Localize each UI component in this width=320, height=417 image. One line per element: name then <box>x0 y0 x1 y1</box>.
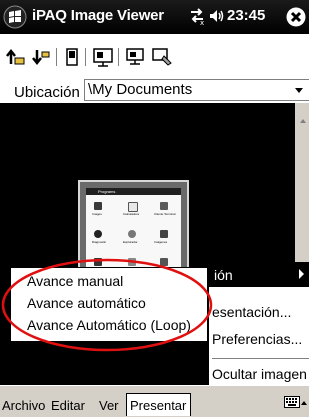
thumbnail-app-icon <box>94 230 102 238</box>
windows-flag-icon[interactable] <box>3 5 29 29</box>
thumbnail-title: Programs <box>98 189 116 194</box>
thumbnail-app-icon <box>128 230 136 238</box>
menu-item-preferencias[interactable]: Preferencias... <box>212 331 302 347</box>
location-dropdown[interactable]: \My Documents <box>84 79 309 101</box>
slideshow-icon[interactable] <box>92 47 114 72</box>
thumbnail-label: Calculadora <box>123 212 140 216</box>
thumbnail-app-icon <box>160 258 168 266</box>
menu-separator <box>212 358 309 359</box>
submenu-item-avance-automatico[interactable]: Avance automático <box>27 295 146 311</box>
phone-icon[interactable] <box>63 47 81 72</box>
thumbnail-app-icon <box>128 258 136 266</box>
menu-item-iniciar-presentacion[interactable]: esentación... <box>212 304 291 320</box>
submenu-item-avance-manual[interactable]: Avance manual <box>27 273 123 289</box>
thumbnail-label: Imágenes <box>154 240 168 244</box>
avance-submenu: Avance manual Avance automático Avance A… <box>10 267 208 342</box>
location-value: \My Documents <box>88 81 193 98</box>
location-label: Ubicación <box>14 84 80 101</box>
screen-icon[interactable] <box>151 47 173 72</box>
app-title: iPAQ Image Viewer <box>32 7 164 24</box>
chevron-down-icon[interactable] <box>295 88 303 93</box>
scroll-up-icon[interactable] <box>300 119 306 123</box>
thumbnail-label: Diagnostic <box>92 240 107 244</box>
toolbar-separator <box>56 48 57 66</box>
thumbnail-label: Images <box>92 212 102 216</box>
toolbar-separator <box>85 48 86 66</box>
menu-item-ocultar-imagen[interactable]: Ocultar imagen <box>212 366 307 382</box>
menu-presentar[interactable]: Presentar <box>130 398 186 413</box>
title-bar: iPAQ Image Viewer x 23:45 <box>0 0 309 34</box>
input-panel-arrow-icon[interactable] <box>301 401 307 405</box>
submenu-arrow-icon <box>299 269 304 279</box>
thumbnail-label: Cliente Terminal <box>154 212 176 216</box>
monitor-icon[interactable] <box>125 47 147 72</box>
close-icon[interactable] <box>286 7 306 27</box>
toolbar-separator <box>118 48 119 66</box>
svg-text:x: x <box>200 19 204 26</box>
menu-ver[interactable]: Ver <box>99 398 119 413</box>
thumbnail-titlebar: Programs <box>86 188 181 195</box>
connectivity-icon[interactable]: x <box>188 6 206 31</box>
thumbnail-app-icon <box>160 202 168 210</box>
clock[interactable]: 23:45 <box>227 7 265 24</box>
thumbnail-app-icon <box>94 258 102 266</box>
keyboard-icon[interactable] <box>284 395 300 414</box>
menu-item-presentacion-partial[interactable]: ión <box>214 267 233 283</box>
submenu-item-avance-loop[interactable]: Avance Automático (Loop) <box>27 317 191 333</box>
thumbnail-app-icon <box>128 202 138 212</box>
thumbnail-app-icon <box>160 230 168 238</box>
down-icon[interactable] <box>31 47 51 72</box>
menu-archivo[interactable]: Archivo <box>2 398 45 413</box>
thumbnail-label: Explorador <box>123 240 138 244</box>
volume-icon[interactable] <box>208 6 226 31</box>
menu-editar[interactable]: Editar <box>51 398 85 413</box>
up-folder-icon[interactable] <box>6 47 26 72</box>
thumbnail-app-icon <box>94 202 102 210</box>
